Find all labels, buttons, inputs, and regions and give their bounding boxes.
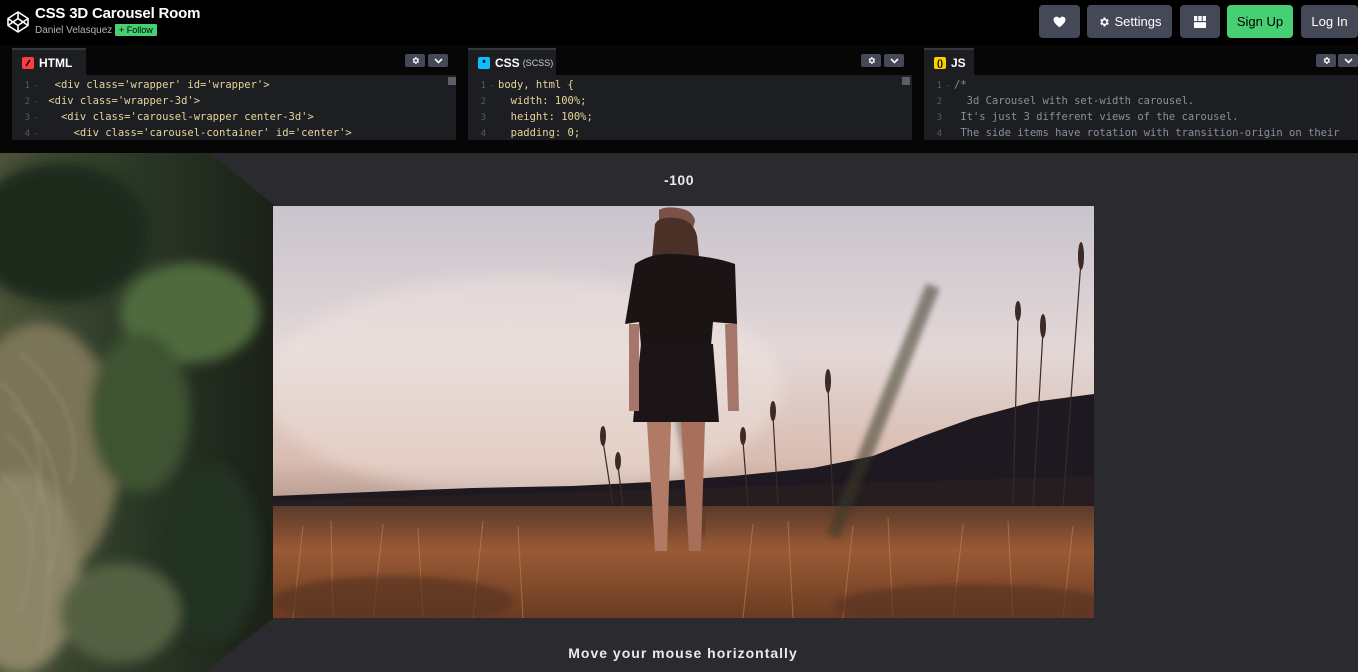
- chevron-down-icon: [1343, 57, 1353, 64]
- css-settings-button[interactable]: [861, 54, 881, 67]
- signup-button[interactable]: Sign Up: [1227, 5, 1293, 38]
- code-line: 3 height: 100%;: [480, 111, 593, 123]
- gear-icon: [1099, 17, 1109, 26]
- js-collapse-button[interactable]: [1338, 54, 1358, 67]
- html-code[interactable]: 1- <div class='wrapper' id='wrapper'> 2-…: [12, 77, 456, 140]
- css-tab-label: CSS: [495, 55, 520, 70]
- js-code[interactable]: 1-/* 2 3d Carousel with set-width carous…: [924, 77, 1358, 140]
- css-tab[interactable]: * CSS (SCSS): [468, 48, 556, 75]
- html-tab[interactable]: HTML: [12, 48, 86, 75]
- scroll-counter: -100: [663, 172, 695, 188]
- html-tab-label: HTML: [39, 55, 73, 70]
- code-line: 4- <div class='carousel-container' id='c…: [24, 127, 352, 139]
- like-button[interactable]: [1039, 5, 1080, 38]
- settings-label: Settings: [1114, 14, 1162, 29]
- js-tab-label: JS: [951, 55, 966, 70]
- html-lang-icon: [22, 56, 34, 69]
- css-lang-icon: *: [478, 56, 490, 69]
- js-tab[interactable]: () JS: [924, 48, 974, 75]
- carousel-center-image: [273, 206, 1094, 618]
- carousel-side-left-image: [0, 153, 274, 672]
- code-line: 1-/*: [936, 79, 967, 91]
- layout-grid-icon: [1194, 15, 1206, 28]
- js-lang-icon: (): [934, 56, 946, 69]
- code-line: 2 width: 100%;: [480, 95, 587, 107]
- chevron-down-icon: [889, 57, 899, 64]
- js-editor[interactable]: () JS 1-/* 2 3d Carousel with set-width …: [924, 48, 1358, 140]
- html-pane-header: HTML: [12, 48, 456, 75]
- css-collapse-button[interactable]: [884, 54, 904, 67]
- editor-panes: HTML 1- <div class='wrapper' id='wrapper…: [0, 45, 1358, 153]
- heart-icon: [1053, 16, 1066, 27]
- code-line: 2- <div class='wrapper-3d'>: [24, 95, 201, 107]
- author-name[interactable]: Daniel Velasquez: [35, 25, 112, 36]
- code-line: 3- <div class='carousel-wrapper center-3…: [24, 111, 314, 123]
- chevron-down-icon: [433, 57, 443, 64]
- code-line: 1- <div class='wrapper' id='wrapper'>: [24, 79, 270, 91]
- html-settings-button[interactable]: [405, 54, 425, 67]
- code-line: 1- body, html {: [480, 79, 574, 91]
- js-pane-header: () JS: [924, 48, 1358, 75]
- html-collapse-button[interactable]: [428, 54, 448, 67]
- follow-button[interactable]: + Follow: [115, 24, 157, 36]
- css-pane-header: * CSS (SCSS): [468, 48, 912, 75]
- instruction-text: Move your mouse horizontally: [568, 645, 798, 661]
- login-button[interactable]: Log In: [1301, 5, 1358, 38]
- js-settings-button[interactable]: [1316, 54, 1336, 67]
- gear-icon: [1323, 57, 1330, 64]
- code-line: 4 The side items have rotation with tran…: [936, 127, 1340, 139]
- code-line: 4 padding: 0;: [480, 127, 581, 139]
- gear-icon: [868, 57, 875, 64]
- code-line: 2 3d Carousel with set-width carousel.: [936, 95, 1195, 107]
- pen-title: CSS 3D Carousel Room: [35, 5, 201, 22]
- html-editor[interactable]: HTML 1- <div class='wrapper' id='wrapper…: [12, 48, 456, 140]
- change-view-button[interactable]: [1180, 5, 1220, 38]
- gear-icon: [412, 57, 419, 64]
- css-editor[interactable]: * CSS (SCSS) 1- body, html { 2 width: 100…: [468, 48, 912, 140]
- settings-button[interactable]: Settings: [1087, 5, 1172, 38]
- css-code[interactable]: 1- body, html { 2 width: 100%; 3 height: …: [468, 77, 912, 140]
- codepen-logo-icon[interactable]: [6, 10, 30, 34]
- css-tab-sublabel: (SCSS): [522, 57, 554, 68]
- code-line: 3 It's just 3 different views of the car…: [936, 111, 1239, 123]
- top-bar: CSS 3D Carousel Room Daniel Velasquez + …: [0, 0, 1358, 45]
- preview-panel[interactable]: -100 Move your mouse horizontally: [0, 153, 1358, 672]
